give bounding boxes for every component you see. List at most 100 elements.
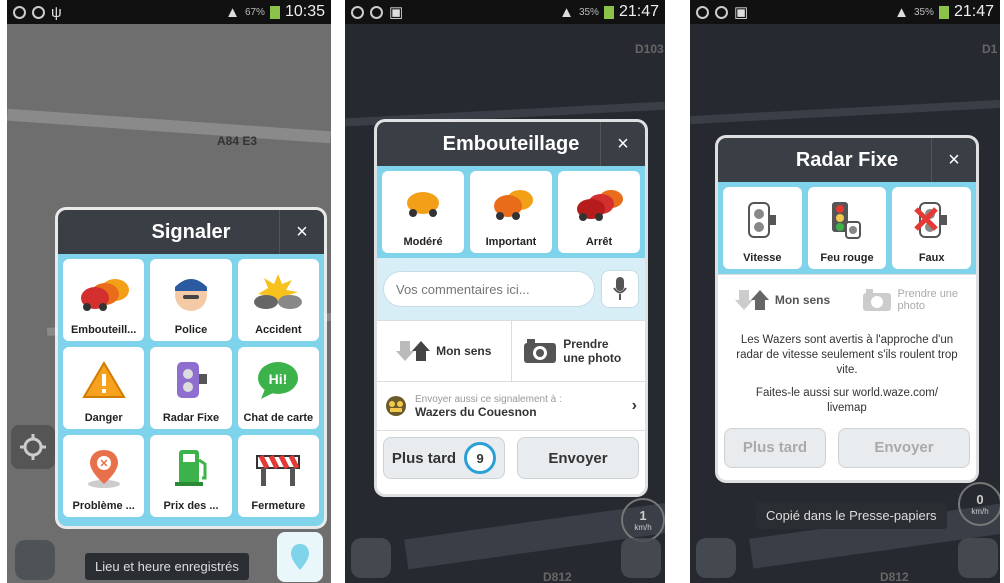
toast: Lieu et heure enregistrés	[85, 553, 249, 580]
later-button[interactable]: Plus tard	[724, 427, 826, 468]
tile-label: Prix des ...	[163, 500, 219, 512]
close-button[interactable]: ×	[600, 122, 645, 166]
countdown-badge: 9	[464, 442, 497, 474]
dialog-title: Embouteillage	[442, 132, 580, 155]
close-button[interactable]: ×	[931, 138, 976, 182]
direction-toggle[interactable]: Mon sens	[718, 275, 847, 325]
later-button[interactable]: Plus tard 9	[383, 437, 505, 479]
options-row: Mon sens Prendre une photo	[718, 274, 976, 325]
battery-icon	[938, 5, 949, 19]
status-bar: ψ ▲ 67% 10:35	[7, 0, 331, 24]
send-also-row[interactable]: Envoyer aussi ce signalement à : Wazers …	[377, 381, 645, 430]
tile-label: Problème ...	[72, 500, 135, 512]
dialog-title: Signaler	[151, 220, 231, 243]
svg-text:✕: ✕	[99, 458, 108, 470]
tile-label: Important	[485, 236, 537, 248]
tile-label: Police	[174, 324, 208, 336]
accident-icon	[254, 273, 303, 309]
photo-label: Prendre une photo	[897, 288, 959, 312]
status-bar: ▣ ▲ 35% 21:47	[690, 0, 1000, 24]
tile-danger[interactable]: Danger	[63, 347, 145, 429]
false-camera-icon	[913, 201, 947, 238]
send-also-text: Envoyer aussi ce signalement à : Wazers …	[415, 394, 624, 419]
microphone-button[interactable]	[601, 270, 639, 308]
recenter-button[interactable]	[11, 425, 55, 469]
notification-icon	[370, 5, 383, 19]
signal-icon: ▲	[225, 3, 240, 21]
image-icon: ▣	[389, 4, 404, 21]
svg-text:Hi!: Hi!	[269, 371, 288, 387]
screen-embouteillage: ▣ ▲ 35% 21:47 D103 D812 1 km/h Embouteillag…	[345, 0, 665, 583]
battery-percent: 35%	[913, 6, 934, 18]
speed-camera-icon	[748, 201, 777, 238]
tile-chat-de-carte[interactable]: Hi! Chat de carte	[237, 347, 319, 429]
map-label: D812	[543, 570, 572, 583]
tile-arret[interactable]: Arrêt	[558, 171, 640, 253]
tile-label: Faux	[918, 252, 945, 264]
tile-prix-des-carburants[interactable]: Prix des ...	[150, 435, 232, 517]
radar-fixe-dialog: Radar Fixe × Vitesse Feu rouge Faux Mon …	[718, 138, 976, 480]
battery-percent: 35%	[578, 6, 599, 18]
tile-label: Fermeture	[251, 500, 306, 512]
battery-percent: 67%	[244, 6, 265, 18]
close-button[interactable]: ×	[279, 210, 324, 254]
direction-arrows-icon	[734, 290, 769, 310]
map-problem-icon: ✕	[87, 449, 120, 488]
tile-label: Accident	[255, 324, 302, 336]
livemap-info-text: Faites-le aussi sur world.waze.com/ live…	[755, 386, 939, 414]
embouteillage-dialog: Embouteillage × Modéré Important Arrêt M…	[377, 122, 645, 494]
tile-label: Chat de carte	[243, 412, 314, 424]
chat-button[interactable]	[15, 540, 55, 580]
chat-button[interactable]	[696, 538, 736, 578]
dialog-title: Radar Fixe	[795, 148, 899, 171]
actions-row: Plus tard 9 Envoyer	[377, 430, 645, 485]
map-chat-icon: Hi!	[258, 361, 299, 399]
direction-toggle[interactable]: Mon sens	[377, 321, 512, 381]
camera-icon	[862, 289, 891, 311]
direction-arrows-icon	[396, 341, 431, 361]
report-button[interactable]	[277, 532, 323, 582]
police-icon	[174, 278, 207, 311]
red-light-camera-icon	[831, 201, 861, 239]
direction-label: Mon sens	[774, 293, 831, 307]
tile-label: Feu rouge	[820, 252, 874, 264]
tile-embouteillage[interactable]: Embouteill...	[63, 259, 145, 341]
tile-faux[interactable]: Faux	[892, 187, 971, 269]
tile-probleme[interactable]: ✕ Problème ...	[63, 435, 145, 517]
clock: 10:35	[284, 3, 325, 20]
tile-accident[interactable]: Accident	[237, 259, 319, 341]
toast: Copié dans le Presse-papiers	[756, 502, 947, 529]
take-photo-button[interactable]: Prendre une photo	[847, 275, 976, 325]
map-label-a84: A84 E3	[217, 134, 258, 148]
cars-icon	[494, 189, 533, 220]
gps-icon	[32, 5, 45, 19]
tile-label: Danger	[84, 412, 123, 424]
send-button[interactable]: Envoyer	[838, 427, 970, 468]
report-button[interactable]	[958, 538, 998, 578]
comment-input[interactable]	[383, 271, 595, 307]
send-button[interactable]: Envoyer	[517, 437, 639, 479]
tile-modere[interactable]: Modéré	[382, 171, 464, 253]
take-photo-button[interactable]: Prendre une photo	[512, 321, 646, 381]
road-closure-icon	[256, 454, 301, 486]
tile-radar-fixe[interactable]: Radar Fixe	[150, 347, 232, 429]
status-bar: ▣ ▲ 35% 21:47	[345, 0, 665, 24]
report-button[interactable]	[621, 538, 661, 578]
speed-camera-icon	[176, 361, 207, 398]
tile-police[interactable]: Police	[150, 259, 232, 341]
map-road	[690, 99, 1000, 125]
notification-icon	[13, 5, 26, 19]
tile-important[interactable]: Important	[470, 171, 552, 253]
clock: 21:47	[953, 3, 994, 20]
tile-vitesse[interactable]: Vitesse	[723, 187, 802, 269]
dialog-header: Signaler ×	[58, 210, 324, 254]
map-label: D812	[880, 570, 909, 583]
tile-feu-rouge[interactable]: Feu rouge	[807, 187, 887, 269]
later-label: Plus tard	[391, 449, 457, 467]
tile-fermeture[interactable]: Fermeture	[237, 435, 319, 517]
severity-grid: Modéré Important Arrêt	[377, 166, 645, 258]
battery-icon	[603, 5, 614, 19]
crosshair-icon	[20, 434, 46, 460]
microphone-icon	[613, 277, 627, 300]
chat-button[interactable]	[351, 538, 391, 578]
